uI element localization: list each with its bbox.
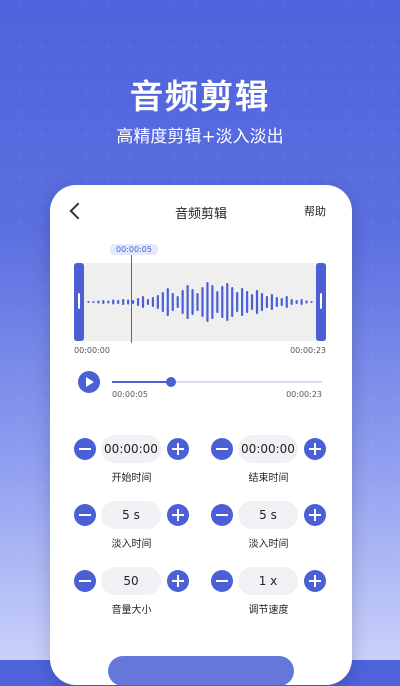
waveform-bar — [260, 293, 264, 311]
waveform-bar — [186, 285, 189, 319]
waveform-bar — [211, 285, 214, 319]
waveform-bar — [161, 292, 164, 312]
waveform-bar — [117, 300, 120, 304]
waveform-bar — [146, 299, 150, 305]
waveform-bar — [92, 301, 95, 303]
waveform-bar — [141, 296, 145, 308]
waveform-bar — [127, 299, 130, 305]
minus-icon[interactable] — [74, 438, 96, 460]
waveform-bar — [206, 282, 209, 322]
fade-out-label: 淡入时间 — [248, 539, 289, 550]
fade-in-control: 5 s 淡入时间 — [74, 501, 189, 550]
plus-icon[interactable] — [167, 570, 189, 592]
plus-icon[interactable] — [167, 504, 189, 526]
help-link[interactable]: 帮助 — [304, 203, 326, 219]
plus-icon[interactable] — [304, 570, 326, 592]
fade-out-value[interactable]: 5 s — [238, 501, 298, 529]
trim-handle-left[interactable] — [74, 263, 84, 341]
waveform-bar — [265, 296, 269, 308]
speed-control: 1 x 调节速度 — [211, 567, 326, 616]
waveform-bar — [201, 287, 204, 317]
waveform-bar — [245, 291, 249, 313]
fade-out-control: 5 s 淡入时间 — [211, 501, 326, 550]
save-button[interactable] — [108, 656, 294, 686]
waveform-bar — [231, 287, 234, 317]
waveform-bar — [166, 288, 169, 316]
waveform-bar — [176, 296, 179, 308]
minus-icon[interactable] — [211, 504, 233, 526]
minus-icon[interactable] — [211, 438, 233, 460]
waveform-bar — [300, 299, 303, 305]
fade-in-label: 淡入时间 — [111, 539, 152, 550]
fade-in-value[interactable]: 5 s — [101, 501, 161, 529]
minus-icon[interactable] — [211, 570, 233, 592]
waveform-bar — [122, 299, 125, 305]
waveform-bar — [270, 294, 273, 310]
player-current-time: 00:00:05 — [112, 390, 148, 399]
progress-knob[interactable] — [165, 377, 176, 387]
volume-label: 音量大小 — [111, 605, 152, 616]
waveform-start-time: 00:00:00 — [74, 346, 110, 355]
waveform-bar — [285, 296, 288, 308]
end-time-label: 结束时间 — [248, 473, 289, 484]
waveform-bar — [216, 291, 219, 313]
playhead-cursor[interactable] — [131, 255, 132, 343]
waveform-bar — [107, 300, 110, 304]
waveform-bar — [290, 299, 293, 305]
cursor-time-badge: 00:00:05 — [110, 244, 158, 255]
waveform-bar — [196, 293, 199, 311]
waveform — [87, 282, 313, 322]
waveform-bar — [221, 286, 224, 318]
phone-frame: 音频剪辑 帮助 00:00:05 00:00:00 00:00:23 00:00… — [50, 185, 352, 686]
hero-title: 音频剪辑 — [130, 77, 270, 116]
waveform-bar — [250, 294, 254, 310]
volume-value[interactable]: 50 — [101, 567, 161, 595]
start-time-value[interactable]: 00:00:00 — [101, 435, 161, 463]
waveform-bar — [112, 299, 115, 305]
plus-icon[interactable] — [167, 438, 189, 460]
waveform-bar — [136, 298, 140, 306]
speed-label: 调节速度 — [248, 605, 289, 616]
waveform-bar — [295, 300, 298, 304]
hero-subtitle: 高精度剪辑+淡入淡出 — [116, 127, 284, 147]
end-time-value[interactable]: 00:00:00 — [238, 435, 298, 463]
waveform-bar — [97, 300, 100, 304]
plus-icon[interactable] — [304, 504, 326, 526]
volume-control: 50 音量大小 — [74, 567, 189, 616]
minus-icon[interactable] — [74, 570, 96, 592]
waveform-editor[interactable] — [74, 255, 326, 343]
speed-value[interactable]: 1 x — [238, 567, 298, 595]
waveform-bar — [131, 300, 135, 304]
waveform-bar — [280, 298, 283, 306]
waveform-end-time: 00:00:23 — [290, 346, 326, 355]
waveform-bar — [87, 301, 90, 303]
progress-slider[interactable] — [112, 377, 322, 387]
start-time-control: 00:00:00 开始时间 — [74, 435, 189, 484]
start-time-label: 开始时间 — [111, 473, 152, 484]
waveform-bar — [156, 295, 159, 309]
play-button[interactable] — [78, 371, 100, 393]
waveform-bar — [275, 297, 278, 307]
end-time-control: 00:00:00 结束时间 — [211, 435, 326, 484]
nav-bar: 音频剪辑 帮助 — [50, 202, 352, 227]
waveform-bar — [151, 297, 155, 307]
waveform-bar — [241, 288, 244, 316]
waveform-bar — [102, 300, 105, 304]
waveform-bar — [255, 290, 259, 314]
progress-fill — [112, 381, 171, 383]
waveform-bar — [181, 290, 184, 314]
waveform-bar — [171, 293, 174, 311]
waveform-bar — [236, 292, 239, 312]
waveform-bar — [310, 301, 313, 303]
waveform-bar — [305, 300, 308, 304]
minus-icon[interactable] — [74, 504, 96, 526]
plus-icon[interactable] — [304, 438, 326, 460]
waveform-bar — [191, 289, 194, 315]
trim-handle-right[interactable] — [316, 263, 326, 341]
waveform-bar — [226, 283, 229, 321]
player-total-time: 00:00:23 — [286, 390, 322, 399]
